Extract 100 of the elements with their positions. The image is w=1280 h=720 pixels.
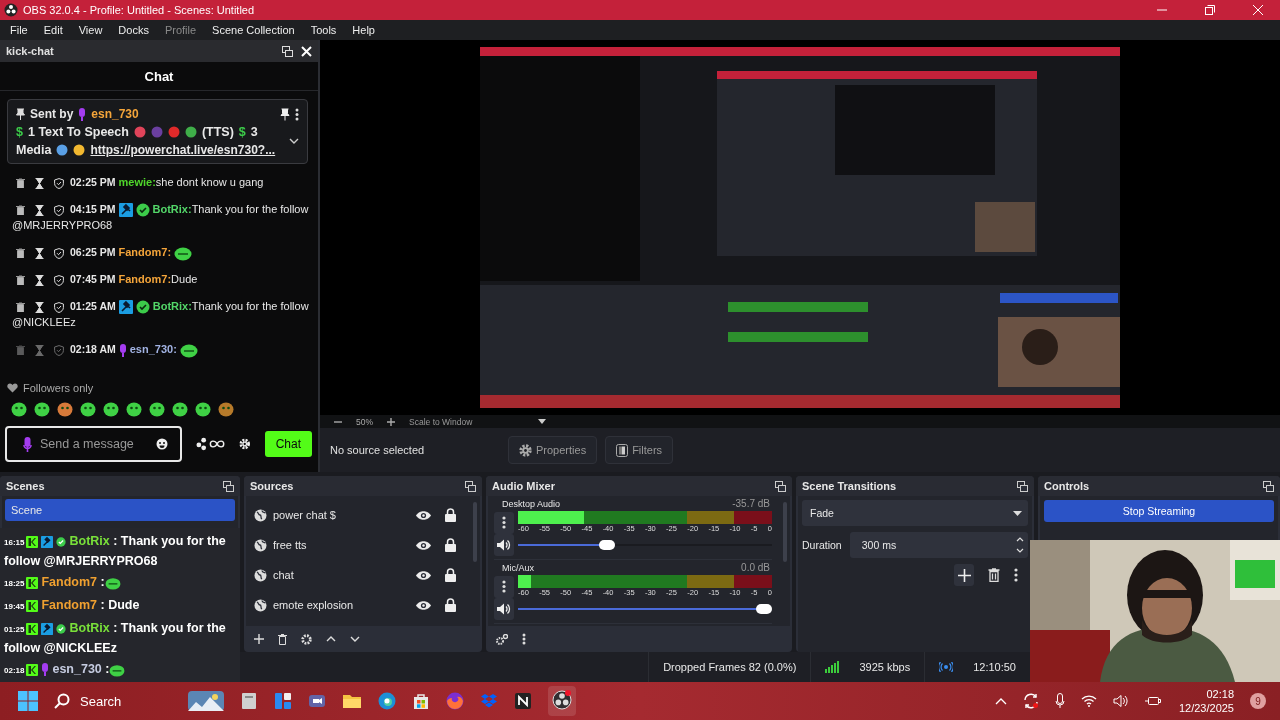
- mute-button[interactable]: [494, 598, 514, 620]
- menu-item[interactable]: Docks: [110, 24, 157, 36]
- shield-icon[interactable]: [54, 301, 64, 313]
- visibility-icon[interactable]: [416, 569, 431, 581]
- shield-icon[interactable]: [54, 247, 64, 259]
- menu-item[interactable]: File: [2, 24, 36, 36]
- visibility-icon[interactable]: [416, 599, 431, 611]
- microphone-icon[interactable]: [23, 436, 32, 452]
- emote-icon[interactable]: [103, 401, 119, 417]
- emote-icon[interactable]: [34, 401, 50, 417]
- emote-icon[interactable]: [126, 401, 142, 417]
- emote-icon[interactable]: [57, 401, 73, 417]
- sync-icon[interactable]: [1022, 693, 1039, 709]
- source-item[interactable]: emote explosion: [273, 599, 410, 611]
- filters-button[interactable]: Filters: [605, 436, 674, 464]
- browser-icon[interactable]: [378, 692, 396, 710]
- file-icon[interactable]: [240, 692, 258, 710]
- transition-dropdown[interactable]: Fade: [802, 500, 1028, 526]
- lock-icon[interactable]: [445, 508, 456, 522]
- trash-icon[interactable]: [16, 205, 25, 216]
- more-icon[interactable]: [295, 107, 299, 121]
- menu-item[interactable]: View: [70, 24, 111, 36]
- store-icon[interactable]: [412, 692, 430, 710]
- source-item[interactable]: chat: [273, 569, 410, 581]
- source-item[interactable]: power chat $: [273, 509, 410, 521]
- float-icon[interactable]: [775, 480, 786, 492]
- scale-mode-dropdown[interactable]: Scale to Window: [409, 416, 549, 427]
- emote-icon[interactable]: [195, 401, 211, 417]
- widgets-icon[interactable]: [274, 692, 292, 710]
- float-icon[interactable]: [1263, 480, 1274, 492]
- lock-icon[interactable]: [445, 538, 456, 552]
- trash-icon[interactable]: [278, 633, 287, 645]
- lock-icon[interactable]: [445, 598, 456, 612]
- more-icon[interactable]: [522, 633, 526, 645]
- windows-start-icon[interactable]: [18, 691, 38, 711]
- add-transition-button[interactable]: [954, 564, 974, 586]
- menu-item[interactable]: Edit: [35, 24, 71, 36]
- move-up-icon[interactable]: [326, 636, 336, 642]
- chevron-up-icon[interactable]: [994, 697, 1007, 705]
- stream-button[interactable]: Stop Streaming: [1044, 500, 1274, 522]
- source-item[interactable]: free tts: [273, 539, 410, 551]
- float-icon[interactable]: [1017, 480, 1028, 492]
- emote-icon[interactable]: [172, 401, 188, 417]
- fox-browser-icon[interactable]: [446, 692, 464, 710]
- emoji-icon[interactable]: [156, 438, 169, 450]
- properties-button[interactable]: Properties: [508, 436, 598, 464]
- more-icon[interactable]: [1014, 568, 1018, 582]
- menu-item[interactable]: Scene Collection: [204, 24, 303, 36]
- hourglass-icon[interactable]: [35, 204, 44, 216]
- microphone-icon[interactable]: [1054, 693, 1065, 709]
- trash-icon[interactable]: [16, 275, 25, 286]
- visibility-icon[interactable]: [416, 509, 431, 521]
- advanced-settings-icon[interactable]: [496, 633, 508, 645]
- notes-app-icon[interactable]: [514, 692, 532, 710]
- points-icon[interactable]: [196, 437, 226, 451]
- hourglass-icon[interactable]: [35, 274, 44, 286]
- trash-icon[interactable]: [988, 568, 1000, 582]
- wifi-icon[interactable]: [1080, 695, 1097, 707]
- shield-icon[interactable]: [54, 204, 64, 216]
- close-icon[interactable]: [301, 45, 312, 57]
- scene-item[interactable]: Scene: [5, 499, 235, 521]
- menu-item[interactable]: Tools: [302, 24, 345, 36]
- trash-icon[interactable]: [16, 302, 25, 313]
- battery-charging-icon[interactable]: [1144, 694, 1163, 708]
- trash-icon[interactable]: [16, 178, 25, 189]
- video-call-icon[interactable]: [308, 692, 326, 710]
- lock-icon[interactable]: [445, 568, 456, 582]
- add-icon[interactable]: [254, 634, 264, 644]
- chevron-down-icon[interactable]: [289, 137, 299, 145]
- chat-send-button[interactable]: Chat: [264, 431, 312, 457]
- emote-icon[interactable]: [80, 401, 96, 417]
- notification-badge[interactable]: 9: [1250, 693, 1266, 709]
- trash-icon[interactable]: [16, 248, 25, 259]
- visibility-icon[interactable]: [416, 539, 431, 551]
- shield-icon[interactable]: [54, 177, 64, 189]
- emote-icon[interactable]: [149, 401, 165, 417]
- folder-icon[interactable]: [342, 692, 362, 710]
- duration-spinbox[interactable]: 300 ms: [849, 532, 1028, 558]
- emote-icon[interactable]: [11, 401, 27, 417]
- float-icon[interactable]: [465, 480, 476, 492]
- restore-icon[interactable]: [1204, 4, 1216, 16]
- zoom-in-icon[interactable]: [387, 417, 395, 426]
- pinned-link[interactable]: https://powerchat.live/esn730?...: [90, 141, 276, 159]
- pin-icon[interactable]: [280, 107, 290, 121]
- shield-icon[interactable]: [54, 274, 64, 286]
- float-icon[interactable]: [282, 45, 293, 57]
- hourglass-icon[interactable]: [35, 247, 44, 259]
- settings-icon[interactable]: [301, 633, 312, 645]
- obs-app-icon[interactable]: [552, 690, 572, 710]
- hourglass-icon[interactable]: [35, 301, 44, 313]
- settings-icon[interactable]: [239, 438, 251, 450]
- volume-slider[interactable]: [518, 602, 772, 616]
- volume-slider[interactable]: [518, 538, 772, 552]
- mute-button[interactable]: [494, 534, 514, 556]
- message-input[interactable]: Send a message: [40, 437, 149, 451]
- move-down-icon[interactable]: [350, 636, 360, 642]
- emote-icon[interactable]: [218, 401, 234, 417]
- hourglass-icon[interactable]: [35, 177, 44, 189]
- volume-icon[interactable]: [1112, 694, 1129, 708]
- menu-item[interactable]: Help: [344, 24, 383, 36]
